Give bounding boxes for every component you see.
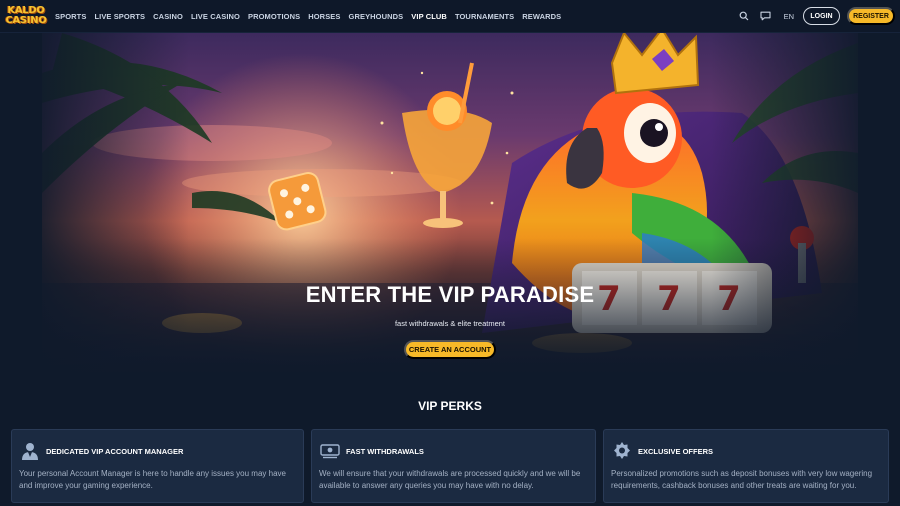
fast-withdrawal-icon: [319, 440, 341, 462]
account-manager-icon: [19, 440, 41, 462]
main-nav: SPORTS LIVE SPORTS CASINO LIVE CASINO PR…: [51, 12, 565, 21]
hero-subtitle: fast withdrawals & elite treatment: [394, 319, 506, 328]
create-account-button[interactable]: CREATE AN ACCOUNT: [404, 340, 496, 359]
nav-live-casino[interactable]: LIVE CASINO: [191, 12, 240, 21]
register-button[interactable]: REGISTER: [847, 7, 895, 25]
hero-title: ENTER THE VIP PARADISE: [305, 282, 595, 307]
logo-text-line2: CASINO: [5, 15, 47, 26]
perk-card-fast-withdrawals: FAST WITHDRAWALS We will ensure that you…: [311, 429, 596, 503]
nav-live-sports[interactable]: LIVE SPORTS: [94, 12, 145, 21]
chat-icon[interactable]: [759, 9, 773, 23]
perk-card-header: FAST WITHDRAWALS: [319, 440, 424, 462]
nav-casino[interactable]: CASINO: [153, 12, 183, 21]
nav-sports[interactable]: SPORTS: [55, 12, 86, 21]
nav-greyhounds[interactable]: GREYHOUNDS: [349, 12, 404, 21]
top-navbar: KALDO CASINO SPORTS LIVE SPORTS CASINO L…: [0, 0, 900, 33]
kaldo-casino-logo[interactable]: KALDO CASINO: [5, 2, 47, 30]
perk-card-title: DEDICATED VIP ACCOUNT MANAGER: [46, 446, 184, 456]
search-icon[interactable]: [737, 9, 751, 23]
perk-card-title: EXCLUSIVE OFFERS: [638, 446, 714, 456]
nav-rewards[interactable]: REWARDS: [522, 12, 561, 21]
exclusive-offers-icon: [611, 440, 633, 462]
header-actions: EN LOGIN REGISTER: [733, 7, 895, 25]
vip-perks-heading: VIP PERKS: [418, 399, 482, 413]
login-button[interactable]: LOGIN: [803, 7, 840, 25]
nav-vip-club[interactable]: VIP CLUB: [411, 12, 447, 21]
nav-promotions[interactable]: PROMOTIONS: [248, 12, 300, 21]
perk-card-header: DEDICATED VIP ACCOUNT MANAGER: [19, 440, 183, 462]
nav-tournaments[interactable]: TOURNAMENTS: [455, 12, 514, 21]
perk-card-account-manager: DEDICATED VIP ACCOUNT MANAGER Your perso…: [11, 429, 304, 503]
language-selector[interactable]: EN: [784, 12, 794, 21]
nav-horses[interactable]: HORSES: [308, 12, 340, 21]
perk-card-text: Personalized promotions such as deposit …: [611, 469, 873, 490]
perk-card-title: FAST WITHDRAWALS: [346, 446, 424, 456]
perk-card-exclusive-offers: EXCLUSIVE OFFERS Personalized promotions…: [603, 429, 889, 503]
perk-card-text: Your personal Account Manager is here to…: [19, 469, 286, 490]
perk-card-header: EXCLUSIVE OFFERS: [611, 440, 713, 462]
vip-hero-banner: 7 7 7 ENTER THE VIP PARADISE fast withdr…: [42, 33, 858, 375]
perk-card-text: We will ensure that your withdrawals are…: [319, 469, 581, 490]
